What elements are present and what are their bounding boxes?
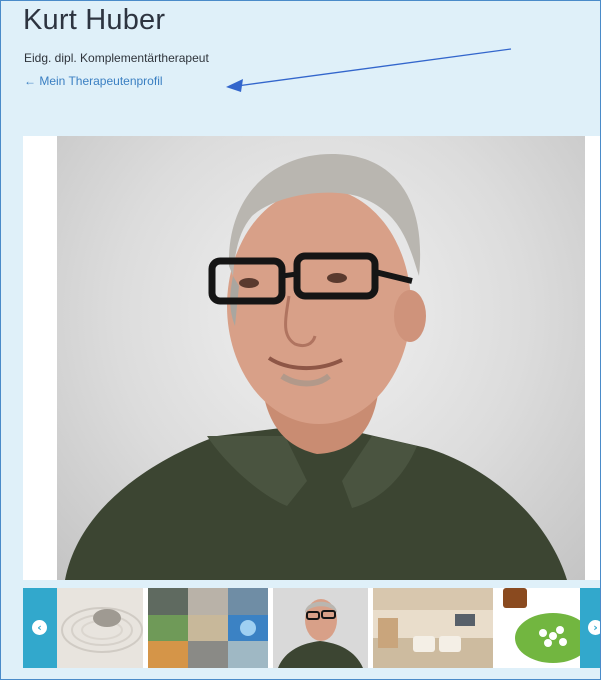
therapist-profile-link[interactable]: ← Mein Therapeutenprofil: [24, 74, 163, 88]
gallery-main-area: [23, 136, 600, 580]
therapist-title: Eidg. dipl. Komplementärtherapeut: [24, 51, 209, 65]
gallery-next-button[interactable]: ›: [580, 588, 600, 668]
profile-panel: Kurt Huber Eidg. dipl. Komplementärthera…: [0, 0, 601, 680]
therapist-name: Kurt Huber: [23, 4, 166, 36]
main-portrait-photo: [57, 136, 585, 580]
gallery-thumbnail[interactable]: [273, 588, 368, 668]
gallery-prev-button[interactable]: ‹: [23, 588, 57, 668]
gallery-thumbnail[interactable]: [148, 588, 268, 668]
gallery-thumbnail[interactable]: [373, 588, 493, 668]
gallery-thumbnail-strip: ‹ ›: [23, 588, 600, 668]
chevron-right-icon: ›: [588, 620, 600, 635]
gallery-thumbnail[interactable]: [57, 588, 143, 668]
chevron-left-icon: ‹: [32, 620, 47, 635]
